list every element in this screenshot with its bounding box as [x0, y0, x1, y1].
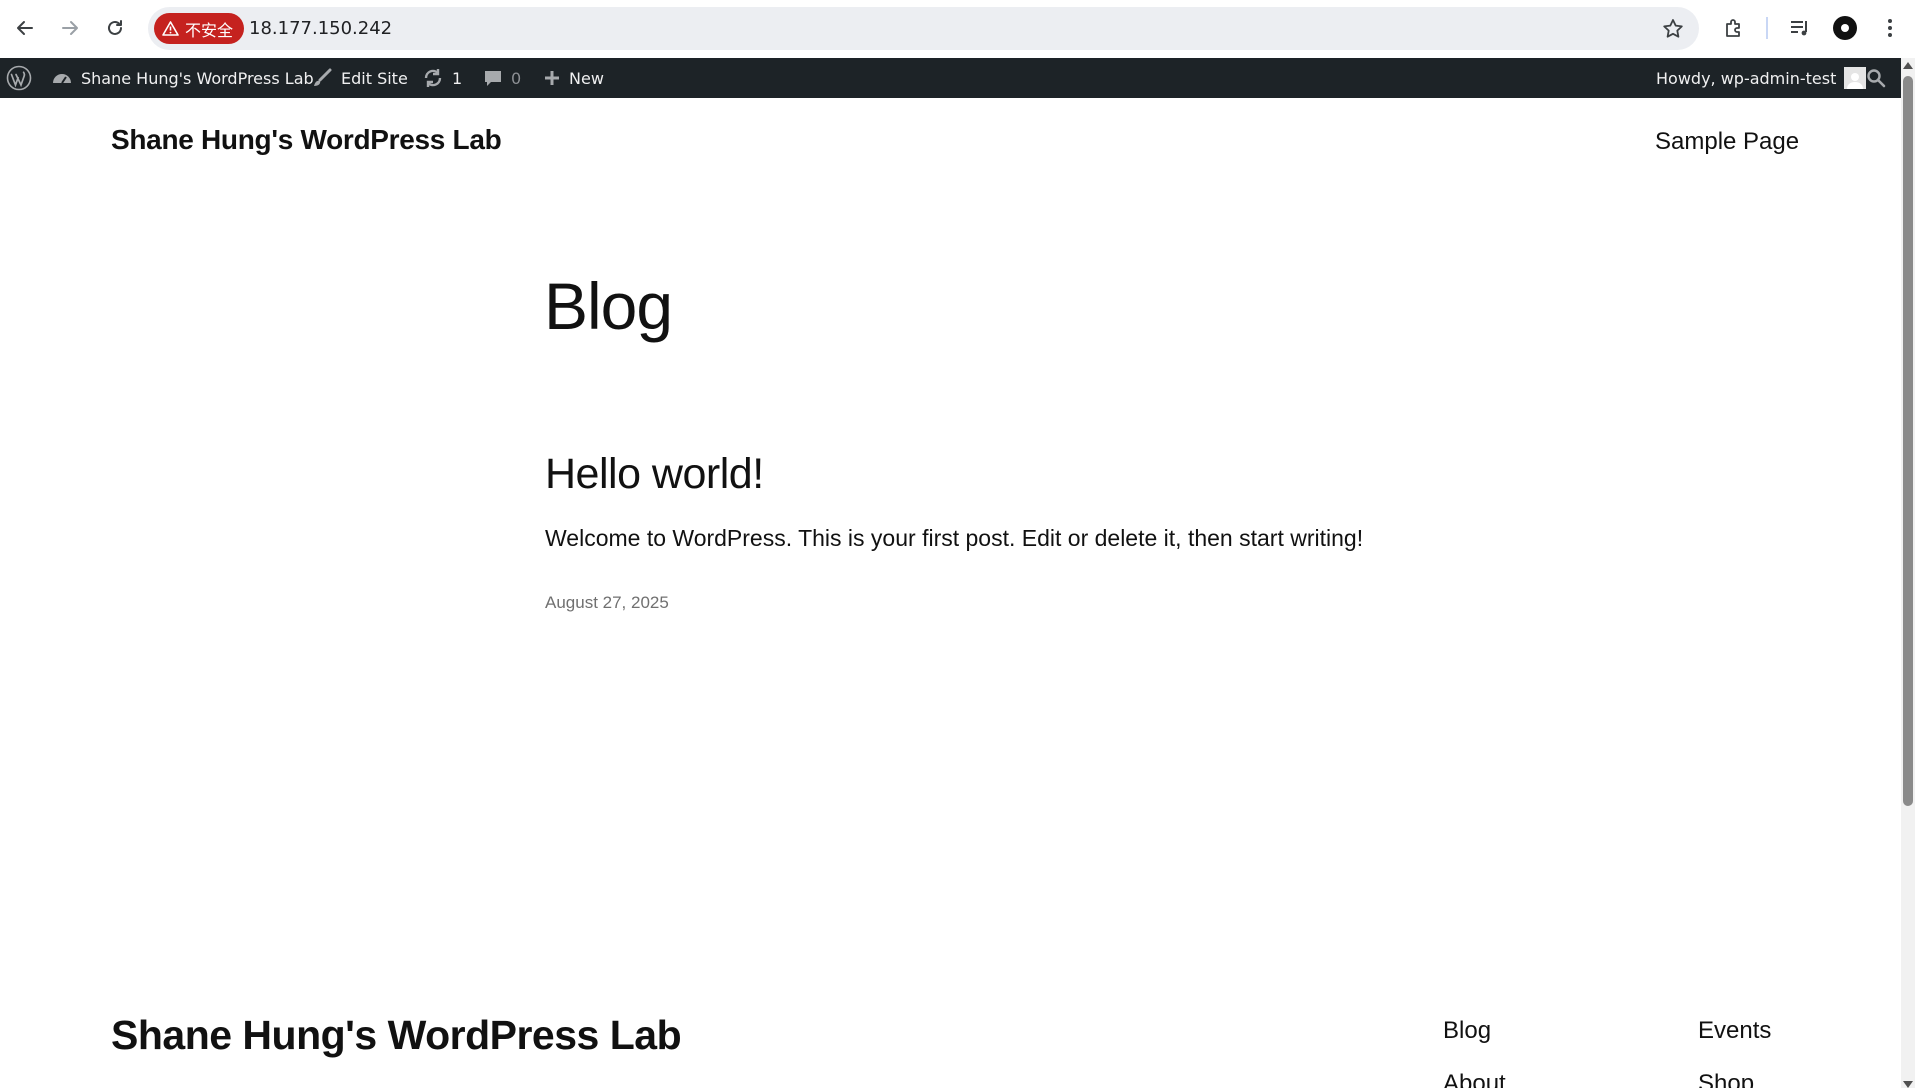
admin-bar-new[interactable]: New: [543, 58, 604, 98]
search-icon: [1867, 69, 1886, 88]
wordpress-logo-icon: [6, 65, 32, 91]
scroll-up-arrow-icon[interactable]: [1903, 62, 1913, 69]
wp-admin-bar: Shane Hung's WordPress Lab Edit Site 1 0…: [0, 58, 1901, 98]
footer-link-about[interactable]: About: [1443, 1070, 1506, 1088]
nav-sample-page[interactable]: Sample Page: [1655, 128, 1799, 156]
back-arrow-icon: [17, 21, 33, 35]
security-label: 不安全: [185, 22, 234, 40]
reload-button[interactable]: [97, 10, 133, 46]
howdy-label: Howdy, wp-admin-test: [1656, 68, 1837, 88]
footer-site-title[interactable]: Shane Hung's WordPress Lab: [111, 1012, 682, 1059]
footer-link-blog[interactable]: Blog: [1443, 1017, 1491, 1045]
updates-refresh-icon: [424, 69, 442, 87]
extensions-puzzle-icon[interactable]: [1720, 14, 1748, 42]
admin-bar-site-name[interactable]: Shane Hung's WordPress Lab: [51, 58, 314, 98]
admin-bar-new-label: New: [569, 68, 604, 88]
paintbrush-icon: [314, 68, 332, 86]
admin-bar-site-label: Shane Hung's WordPress Lab: [81, 68, 314, 88]
admin-bar-account[interactable]: Howdy, wp-admin-test: [1656, 58, 1867, 98]
user-avatar-icon: [1844, 67, 1867, 89]
site-title[interactable]: Shane Hung's WordPress Lab: [111, 124, 502, 156]
url-text[interactable]: 18.177.150.242: [249, 18, 392, 39]
address-bar[interactable]: 不安全 18.177.150.242: [148, 7, 1699, 50]
warning-triangle-icon: [162, 21, 179, 36]
page-title: Blog: [544, 269, 673, 343]
comment-bubble-icon: [485, 71, 501, 86]
scroll-thumb[interactable]: [1903, 76, 1913, 806]
post-title[interactable]: Hello world!: [545, 450, 764, 499]
back-button[interactable]: [7, 10, 43, 46]
post-excerpt: Welcome to WordPress. This is your first…: [545, 525, 1364, 551]
forward-button[interactable]: [52, 10, 88, 46]
browser-menu-icon[interactable]: [1876, 14, 1904, 42]
browser-toolbar: 不安全 18.177.150.242: [0, 0, 1915, 58]
admin-bar-updates[interactable]: 1: [422, 58, 462, 98]
admin-bar-comments[interactable]: 0: [483, 58, 521, 98]
footer-link-shop[interactable]: Shop: [1698, 1070, 1754, 1088]
wordpress-logo-menu[interactable]: [6, 58, 32, 98]
admin-bar-search[interactable]: [1866, 58, 1886, 98]
plus-icon: [545, 71, 559, 85]
profile-avatar-icon[interactable]: [1831, 14, 1859, 42]
security-warning-chip[interactable]: 不安全: [154, 13, 245, 44]
admin-bar-edit-site[interactable]: Edit Site: [311, 58, 408, 98]
updates-count: 1: [452, 68, 463, 88]
media-queue-icon[interactable]: [1786, 14, 1814, 42]
comments-count: 0: [511, 68, 522, 88]
post-date[interactable]: August 27, 2025: [545, 593, 669, 613]
page-scrollbar[interactable]: [1901, 58, 1915, 1088]
dashboard-gauge-icon: [53, 74, 71, 84]
bookmark-star-icon[interactable]: [1661, 17, 1685, 41]
admin-bar-edit-site-label: Edit Site: [341, 68, 408, 88]
scroll-down-arrow-icon[interactable]: [1903, 1081, 1913, 1088]
forward-arrow-icon: [62, 21, 78, 35]
toolbar-separator: [1766, 17, 1768, 39]
reload-icon: [108, 20, 122, 35]
footer-link-events[interactable]: Events: [1698, 1017, 1771, 1045]
